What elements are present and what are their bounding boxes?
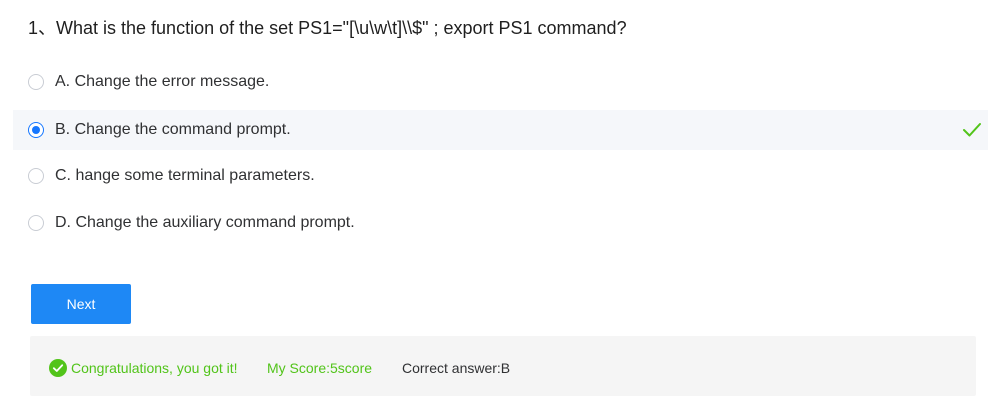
option-d-label: D. Change the auxiliary command prompt.: [55, 214, 355, 231]
check-circle-icon: [49, 359, 67, 377]
option-b[interactable]: B. Change the command prompt.: [13, 110, 988, 150]
score-text: My Score:5score: [267, 360, 373, 376]
option-c[interactable]: C. hange some terminal parameters.: [13, 156, 988, 196]
correct-answer-text: Correct answer:B: [402, 360, 511, 376]
check-icon: [963, 123, 981, 137]
option-a[interactable]: A. Change the error message.: [13, 62, 988, 102]
option-a-label: A. Change the error message.: [55, 73, 270, 90]
question-text: 1、What is the function of the set PS1="[…: [28, 18, 627, 38]
result-panel: Congratulations, you got it! My Score:5s…: [30, 336, 976, 396]
congrats-message: Congratulations, you got it!: [71, 360, 238, 376]
radio-button-c[interactable]: [28, 168, 44, 184]
option-c-label: C. hange some terminal parameters.: [55, 167, 315, 184]
radio-button-a[interactable]: [28, 74, 44, 90]
radio-button-d[interactable]: [28, 215, 44, 231]
next-button[interactable]: Next: [31, 284, 131, 324]
option-b-label: B. Change the command prompt.: [55, 121, 291, 138]
option-d[interactable]: D. Change the auxiliary command prompt.: [13, 203, 988, 243]
radio-button-b[interactable]: [28, 122, 44, 138]
